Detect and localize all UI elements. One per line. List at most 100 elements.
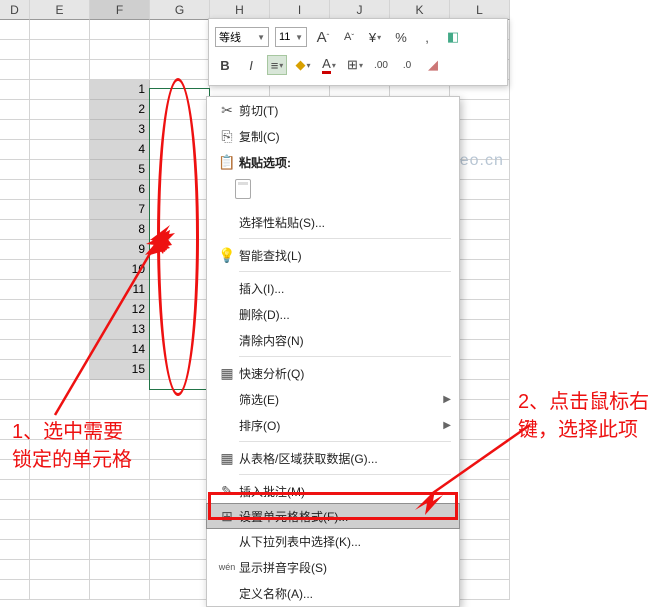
cell[interactable] <box>150 120 210 140</box>
cell[interactable] <box>150 360 210 380</box>
menu-copy[interactable]: ⎘复制(C) <box>207 123 459 149</box>
cell[interactable] <box>0 220 30 240</box>
decimals-button[interactable]: .00 <box>371 55 391 75</box>
cell[interactable] <box>150 420 210 440</box>
menu-format-cells[interactable]: ⊞设置单元格格式(F)... <box>206 503 460 529</box>
cell[interactable] <box>0 380 30 400</box>
cell[interactable] <box>30 540 90 560</box>
cell[interactable]: 5 <box>90 160 150 180</box>
cell[interactable] <box>90 380 150 400</box>
cell[interactable] <box>30 460 90 480</box>
cell[interactable] <box>90 560 150 580</box>
cell[interactable] <box>150 220 210 240</box>
cell[interactable] <box>150 440 210 460</box>
cell[interactable] <box>30 580 90 600</box>
cell[interactable] <box>90 500 150 520</box>
cell[interactable]: 2 <box>90 100 150 120</box>
cell[interactable] <box>0 520 30 540</box>
cell[interactable] <box>30 100 90 120</box>
cell[interactable]: 12 <box>90 300 150 320</box>
align-button[interactable]: ≡▾ <box>267 55 287 75</box>
cell[interactable] <box>0 580 30 600</box>
cell[interactable] <box>0 160 30 180</box>
cell[interactable] <box>0 260 30 280</box>
cell[interactable] <box>90 420 150 440</box>
cell[interactable] <box>0 120 30 140</box>
cell[interactable] <box>150 340 210 360</box>
cell[interactable] <box>150 140 210 160</box>
menu-filter[interactable]: 筛选(E)▶ <box>207 386 459 412</box>
cell[interactable] <box>150 500 210 520</box>
col-header[interactable]: D <box>0 0 30 20</box>
cell[interactable]: 6 <box>90 180 150 200</box>
cell[interactable]: 14 <box>90 340 150 360</box>
cell[interactable] <box>90 520 150 540</box>
cell[interactable] <box>30 500 90 520</box>
cell[interactable] <box>30 480 90 500</box>
cell[interactable] <box>30 120 90 140</box>
cell[interactable] <box>0 100 30 120</box>
cell[interactable] <box>150 520 210 540</box>
cell[interactable] <box>150 460 210 480</box>
cell[interactable] <box>30 220 90 240</box>
bold-button[interactable]: B <box>215 55 235 75</box>
col-header[interactable]: I <box>270 0 330 20</box>
cell[interactable] <box>150 80 210 100</box>
decimals-button[interactable]: .0 <box>397 55 417 75</box>
cell[interactable] <box>150 180 210 200</box>
cell[interactable] <box>30 80 90 100</box>
grow-font-button[interactable]: Aˆ <box>313 27 333 47</box>
format-button[interactable]: ◢ <box>423 55 443 75</box>
cell[interactable] <box>90 480 150 500</box>
cell[interactable] <box>30 260 90 280</box>
cell[interactable]: 1 <box>90 80 150 100</box>
cell[interactable] <box>0 180 30 200</box>
menu-clear[interactable]: 清除内容(N) <box>207 327 459 353</box>
cell[interactable] <box>30 520 90 540</box>
cell[interactable]: 9 <box>90 240 150 260</box>
cell[interactable] <box>30 380 90 400</box>
cell[interactable] <box>30 360 90 380</box>
cell[interactable] <box>150 100 210 120</box>
currency-button[interactable]: ¥▾ <box>365 27 385 47</box>
menu-phonetic[interactable]: wén显示拼音字段(S) <box>207 554 459 580</box>
cell[interactable]: 4 <box>90 140 150 160</box>
menu-define-name[interactable]: 定义名称(A)... <box>207 580 459 606</box>
font-size-combo[interactable]: 11▼ <box>275 27 307 47</box>
cell[interactable] <box>0 320 30 340</box>
menu-paste-special[interactable]: 选择性粘贴(S)... <box>207 209 459 235</box>
cell[interactable] <box>150 240 210 260</box>
cell[interactable] <box>30 440 90 460</box>
col-header[interactable]: J <box>330 0 390 20</box>
menu-insert-comment[interactable]: ✎插入批注(M) <box>207 478 459 504</box>
cell[interactable]: 10 <box>90 260 150 280</box>
cell[interactable]: 3 <box>90 120 150 140</box>
cell[interactable] <box>30 340 90 360</box>
cell[interactable] <box>30 140 90 160</box>
cell[interactable] <box>150 580 210 600</box>
col-header[interactable]: H <box>210 0 270 20</box>
cell[interactable] <box>90 20 150 40</box>
cell[interactable] <box>0 140 30 160</box>
cell[interactable] <box>30 180 90 200</box>
cell[interactable] <box>0 500 30 520</box>
cell[interactable] <box>0 460 30 480</box>
percent-button[interactable]: % <box>391 27 411 47</box>
cell[interactable] <box>0 540 30 560</box>
cell[interactable] <box>30 200 90 220</box>
cell[interactable] <box>0 400 30 420</box>
menu-cut[interactable]: ✂剪切(T) <box>207 97 459 123</box>
menu-sort[interactable]: 排序(O)▶ <box>207 412 459 438</box>
font-color-button[interactable]: A▾ <box>319 55 339 75</box>
menu-quick-analysis[interactable]: ▦快速分析(Q) <box>207 360 459 386</box>
cell[interactable] <box>0 300 30 320</box>
cell[interactable]: 15 <box>90 360 150 380</box>
col-header[interactable]: K <box>390 0 450 20</box>
cell[interactable] <box>150 40 210 60</box>
cell[interactable] <box>0 280 30 300</box>
cell[interactable]: 8 <box>90 220 150 240</box>
font-name-combo[interactable]: 等线▼ <box>215 27 269 47</box>
cell[interactable] <box>30 160 90 180</box>
cell[interactable] <box>150 200 210 220</box>
cell[interactable] <box>0 40 30 60</box>
